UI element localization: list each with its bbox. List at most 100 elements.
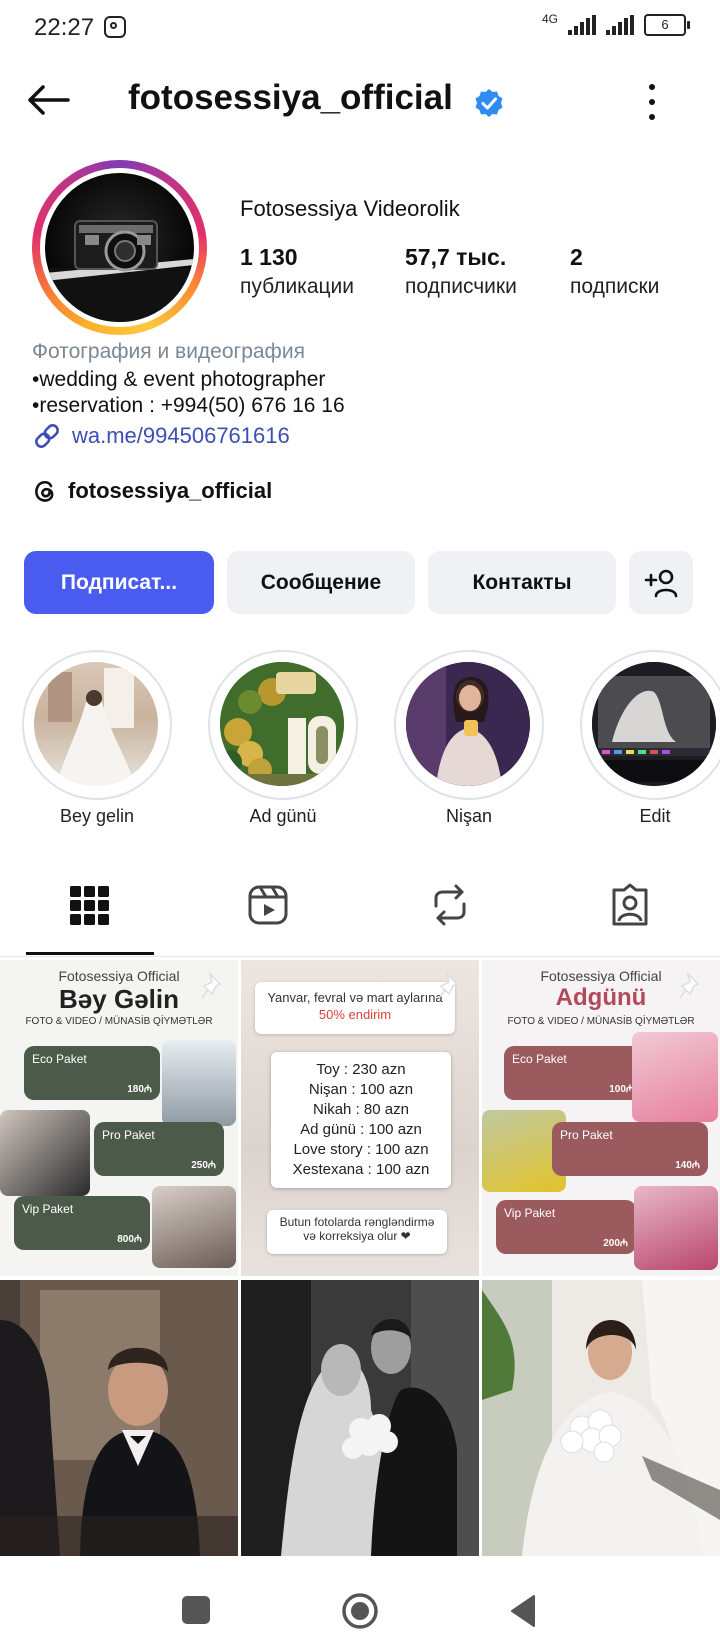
bio-line: •wedding & event photographer xyxy=(32,368,326,391)
bio-line: •reservation : +994(50) 676 16 16 xyxy=(32,394,345,417)
price-item: Ad günü : 100 azn xyxy=(300,1121,422,1138)
home-circle-icon[interactable] xyxy=(341,1592,379,1630)
status-bar: 22:27 4G 6 xyxy=(0,0,720,56)
child-photo xyxy=(632,1032,718,1122)
highlight-label: Nişan xyxy=(445,806,493,826)
post-tile[interactable]: Fotosessiya Official Bəy Gəlin FOTO & VI… xyxy=(0,960,238,1276)
threads-badge[interactable]: fotosessiya_official xyxy=(32,478,272,504)
package-pro: Pro Paket 250₼ xyxy=(94,1122,224,1176)
profile-username: fotosessiya_official xyxy=(128,78,453,117)
posts-count[interactable]: 1 130 xyxy=(240,244,298,271)
followers-count[interactable]: 57,7 тыс. xyxy=(405,244,506,271)
pinned-icon xyxy=(679,972,700,999)
groom-photo xyxy=(0,1280,238,1556)
price-list: Toy : 230 azn Nişan : 100 azn Nikah : 80… xyxy=(271,1052,451,1188)
post-subtitle: FOTO & VIDEO / MÜNASİB QİYMƏTLƏR xyxy=(25,1016,213,1027)
recents-square-icon[interactable] xyxy=(182,1596,210,1624)
network-type: 4G xyxy=(541,12,558,26)
status-indicators: 4G 6 xyxy=(541,12,690,36)
followers-label[interactable]: подписчики xyxy=(405,275,517,299)
package-vip: Vip Paket 200₼ xyxy=(496,1200,636,1254)
pinned-icon xyxy=(438,972,459,999)
post-tile[interactable] xyxy=(241,1280,479,1556)
highlight-cover xyxy=(592,662,716,786)
signal-icon xyxy=(568,15,596,35)
reels-icon[interactable] xyxy=(248,882,288,928)
highlight-label: Ad günü xyxy=(249,806,317,826)
couple-photo xyxy=(0,1110,90,1196)
highlight-nisan[interactable] xyxy=(394,650,544,800)
price-item: Toy : 230 azn xyxy=(316,1061,406,1078)
package-price: 250₼ xyxy=(191,1160,216,1171)
post-subtitle: FOTO & VIDEO / MÜNASİB QİYMƏTLƏR xyxy=(507,1016,695,1027)
follow-button[interactable]: Подписат... xyxy=(24,551,214,614)
post-tile[interactable]: Yanvar, fevral və mart aylarına 50% endi… xyxy=(241,960,479,1276)
couple-photo xyxy=(152,1186,236,1268)
highlight-bey-gelin[interactable] xyxy=(22,650,172,800)
promo-header: Yanvar, fevral və mart aylarına 50% endi… xyxy=(255,982,455,1034)
couple-photo xyxy=(162,1040,236,1126)
tagged-icon[interactable] xyxy=(610,882,650,928)
price-item: Nişan : 100 azn xyxy=(308,1081,414,1098)
package-vip: Vip Paket 800₼ xyxy=(14,1196,150,1250)
camera-photo xyxy=(45,220,194,322)
price-item: Love story : 100 azn xyxy=(293,1141,429,1158)
post-tile[interactable] xyxy=(0,1280,238,1556)
package-price: 140₼ xyxy=(675,1160,700,1171)
couple-bw-photo xyxy=(241,1280,479,1556)
highlight-cover xyxy=(220,662,344,786)
profile-category: Фотография и видеография xyxy=(32,340,305,363)
bio-link[interactable]: wa.me/994506761616 xyxy=(32,421,290,451)
reposts-icon[interactable] xyxy=(430,882,470,928)
system-nav-bar xyxy=(0,1556,720,1650)
package-price: 200₼ xyxy=(603,1238,628,1249)
more-options-icon[interactable] xyxy=(646,84,658,120)
add-person-icon xyxy=(644,569,678,597)
package-price: 180₼ xyxy=(127,1084,152,1095)
bride-photo xyxy=(482,1280,720,1556)
posts-label[interactable]: публикации xyxy=(240,275,354,299)
threads-handle: fotosessiya_official xyxy=(68,478,273,503)
bio-link-text[interactable]: wa.me/994506761616 xyxy=(72,423,290,449)
display-name: Fotosessiya Videorolik xyxy=(240,196,460,221)
signal-icon-2 xyxy=(606,15,634,35)
child-photo xyxy=(634,1186,718,1270)
threads-icon xyxy=(35,480,54,502)
avatar[interactable] xyxy=(45,173,194,322)
active-tab-indicator xyxy=(26,952,154,955)
post-tile[interactable] xyxy=(482,1280,720,1556)
pinned-icon xyxy=(201,972,222,999)
back-triangle-icon[interactable] xyxy=(508,1594,538,1628)
verified-badge-icon xyxy=(475,89,503,117)
post-tile[interactable]: Fotosessiya Official Adgünü FOTO & VIDEO… xyxy=(482,960,720,1276)
promo-footer: Butun fotolarda rəngləndirmə və korreksi… xyxy=(267,1210,447,1254)
contacts-button[interactable]: Контакты xyxy=(428,551,616,614)
price-item: Xestexana : 100 azn xyxy=(292,1161,430,1178)
price-item: Nikah : 80 azn xyxy=(313,1101,409,1118)
package-name: Eco Paket xyxy=(512,1052,567,1066)
battery-icon: 6 xyxy=(644,14,690,36)
package-price: 100₼ xyxy=(609,1084,634,1095)
following-label[interactable]: подписки xyxy=(570,275,659,299)
promo-period: Yanvar, fevral və mart aylarına xyxy=(267,990,443,1005)
highlight-label: Bey gelin xyxy=(59,806,135,826)
suggested-users-button[interactable] xyxy=(629,551,693,614)
package-name: Vip Paket xyxy=(504,1206,556,1220)
link-icon xyxy=(35,424,59,448)
promo-discount: 50% endirim xyxy=(318,1007,392,1022)
status-time: 22:27 xyxy=(34,14,95,41)
package-eco: Eco Paket 180₼ xyxy=(24,1046,160,1100)
package-name: Vip Paket xyxy=(22,1202,74,1216)
following-count[interactable]: 2 xyxy=(570,244,583,271)
highlight-cover xyxy=(34,662,158,786)
message-button[interactable]: Сообщение xyxy=(227,551,415,614)
highlight-edit[interactable] xyxy=(580,650,720,800)
grid-icon[interactable] xyxy=(70,882,110,928)
package-name: Pro Paket xyxy=(560,1128,613,1142)
package-name: Pro Paket xyxy=(102,1128,155,1142)
back-arrow-icon[interactable] xyxy=(26,84,70,116)
package-name: Eco Paket xyxy=(32,1052,87,1066)
package-price: 800₼ xyxy=(117,1234,142,1245)
instagram-notification-icon xyxy=(104,16,126,38)
highlight-ad-gunu[interactable] xyxy=(208,650,358,800)
